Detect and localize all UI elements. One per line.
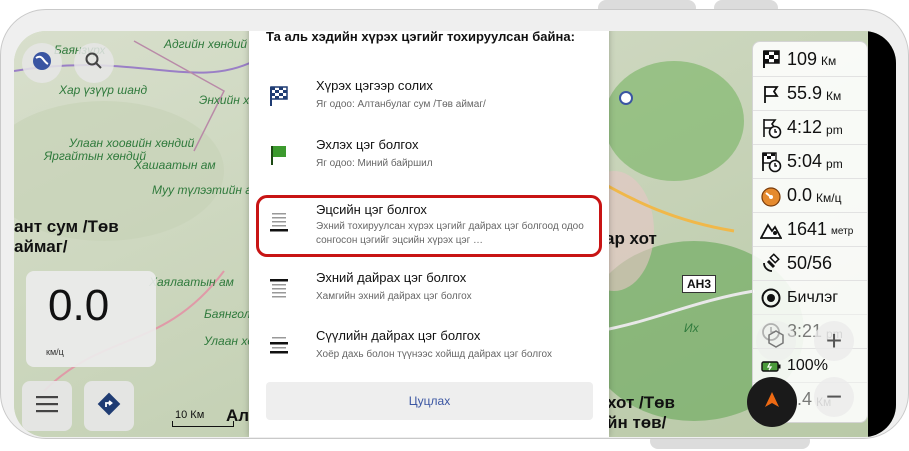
map-scale-label: 10 Км (175, 409, 205, 421)
directions-button[interactable] (84, 381, 134, 431)
layers-button[interactable] (22, 43, 62, 83)
list-first-icon (267, 276, 291, 300)
widget-value: Бичлэг (787, 288, 839, 306)
option-subtitle: Хамгийн эхний дайрах цэг болгох (316, 291, 472, 302)
set-as-final-destination-option[interactable]: Эцсийн цэг болгох Эхний тохируулсан хүрэ… (256, 195, 602, 257)
option-subtitle: Эхний тохируулсан хүрэх цэгийг дайрах цэ… (316, 221, 584, 246)
widget-value: 50/56 (787, 253, 833, 273)
widget-arrival-time[interactable]: 5:04 pm (753, 144, 867, 178)
navigation-arrow-icon (762, 390, 782, 415)
screen-cutout (868, 31, 896, 437)
view-3d-button[interactable] (756, 321, 796, 361)
set-as-first-intermediate-option[interactable]: Эхний дайрах цэг болгох Хамгийн эхний да… (249, 270, 609, 328)
option-title: Эцсийн цэг болгох (316, 202, 427, 217)
satellite-icon (757, 252, 785, 275)
replace-destination-option[interactable]: Хүрэх цэгээр солих Яг одоо: Алтанбулаг с… (249, 78, 609, 136)
plus-icon: + (825, 325, 843, 356)
directions-icon (97, 392, 121, 421)
widget-distance-to-destination[interactable]: 109 Км (753, 42, 867, 76)
checkered-flag-icon (267, 84, 291, 108)
cancel-button[interactable]: Цуцлах (266, 382, 593, 420)
list-middle-icon (267, 334, 291, 358)
speed-value: 0.0 (48, 281, 110, 330)
checkered-flag-icon (757, 49, 785, 69)
zoom-in-button[interactable]: + (814, 321, 854, 361)
checkered-clock-icon (757, 151, 785, 173)
widget-speed[interactable]: 0.0 Км/ц (753, 178, 867, 212)
cube-3d-icon (766, 329, 786, 354)
option-subtitle: Яг одоо: Алтанбулаг сум /Төв аймаг/ (316, 99, 486, 110)
widget-unit: метр (831, 226, 854, 237)
widget-unit: pm (826, 122, 843, 137)
flag-clock-icon (757, 117, 785, 139)
widget-value: 5:04 (787, 151, 823, 171)
map-label-city: ар хот (605, 229, 657, 248)
option-title: Эхний дайрах цэг болгох (316, 270, 467, 285)
menu-icon (36, 395, 58, 418)
mountain-icon (757, 219, 785, 241)
map-label: Хар үзүүр шанд (59, 83, 148, 97)
speedometer-icon (757, 185, 785, 207)
map-label: Муу түлээтийн ам (152, 183, 261, 197)
map-label: Их (684, 321, 699, 335)
map-scale-bar (172, 421, 234, 427)
option-title: Эхлэх цэг болгох (316, 137, 419, 152)
map-label-town: хот /Төв йн төв/ (607, 393, 675, 432)
widget-intermediate-arrival-time[interactable]: 4:12 pm (753, 110, 867, 144)
widget-value: 55.9 (787, 83, 823, 103)
option-title: Хүрэх цэгээр солих (316, 78, 433, 93)
dialog-title: Та аль хэдийн хүрэх цэгийг тохируулсан б… (266, 31, 575, 44)
minus-icon: − (825, 381, 843, 412)
highway-shield: АН3 (682, 275, 717, 293)
map-label: Хашаатын ам (134, 158, 216, 172)
map-label: Хаялаатын ам (149, 275, 234, 289)
destination-dialog: Та аль хэдийн хүрэх цэгийг тохируулсан б… (249, 31, 609, 437)
widget-value: 100% (787, 356, 828, 374)
map-label: Адгийн хөндий (164, 37, 248, 51)
widget-value: 1641 (787, 219, 828, 239)
speed-unit: км/ц (46, 347, 64, 357)
set-as-last-intermediate-option[interactable]: Сүүлийн дайрах цэг болгох Хоёр дахь боло… (249, 328, 609, 386)
navigation-button[interactable] (747, 377, 797, 427)
widget-value: 4:12 (787, 117, 823, 137)
search-icon (84, 51, 104, 76)
widget-unit: pm (826, 156, 843, 171)
option-title: Сүүлийн дайрах цэг болгох (316, 328, 481, 343)
zoom-out-button[interactable]: − (814, 377, 854, 417)
phone-frame: Баянзүрх Адгийн хөндий Хар үзүүр шанд Эн… (0, 9, 909, 439)
green-flag-icon (267, 143, 291, 167)
screen: Баянзүрх Адгийн хөндий Хар үзүүр шанд Эн… (14, 31, 896, 437)
set-as-start-option[interactable]: Эхлэх цэг болгох Яг одоо: Миний байршил (249, 137, 609, 195)
menu-button[interactable] (22, 381, 72, 431)
globe-icon (31, 50, 53, 77)
info-widgets-panel: 109 Км 55.9 Км 4:12 pm 5:04 pm 0.0 Км/ц … (752, 41, 868, 423)
widget-unit: Км/ц (816, 190, 842, 205)
widget-recording[interactable]: Бичлэг (753, 280, 867, 314)
flag-icon (757, 84, 785, 104)
widget-value: 0.0 (787, 185, 813, 205)
option-subtitle: Яг одоо: Миний байршил (316, 158, 433, 169)
widget-unit: Км (821, 54, 837, 68)
map-label: Баянгол (204, 307, 251, 321)
option-subtitle: Хоёр дахь болон түүнээс хойшд дайрах цэг… (316, 349, 552, 360)
map-label-district: ант сум /Төв аймаг/ (14, 217, 119, 256)
target-icon (757, 287, 785, 309)
widget-gps-satellites[interactable]: 50/56 (753, 246, 867, 280)
map-label: Яргайтын хөндий (44, 149, 147, 163)
search-button[interactable] (74, 43, 114, 83)
map-label: Улаан хоовийн хөндий (69, 136, 195, 150)
list-last-icon (267, 210, 291, 234)
widget-altitude[interactable]: 1641 метр (753, 212, 867, 246)
widget-unit: Км (826, 88, 842, 103)
speed-widget[interactable]: 0.0 км/ц (26, 271, 156, 367)
widget-distance-to-intermediate[interactable]: 55.9 Км (753, 76, 867, 110)
widget-value: 109 (787, 48, 818, 69)
